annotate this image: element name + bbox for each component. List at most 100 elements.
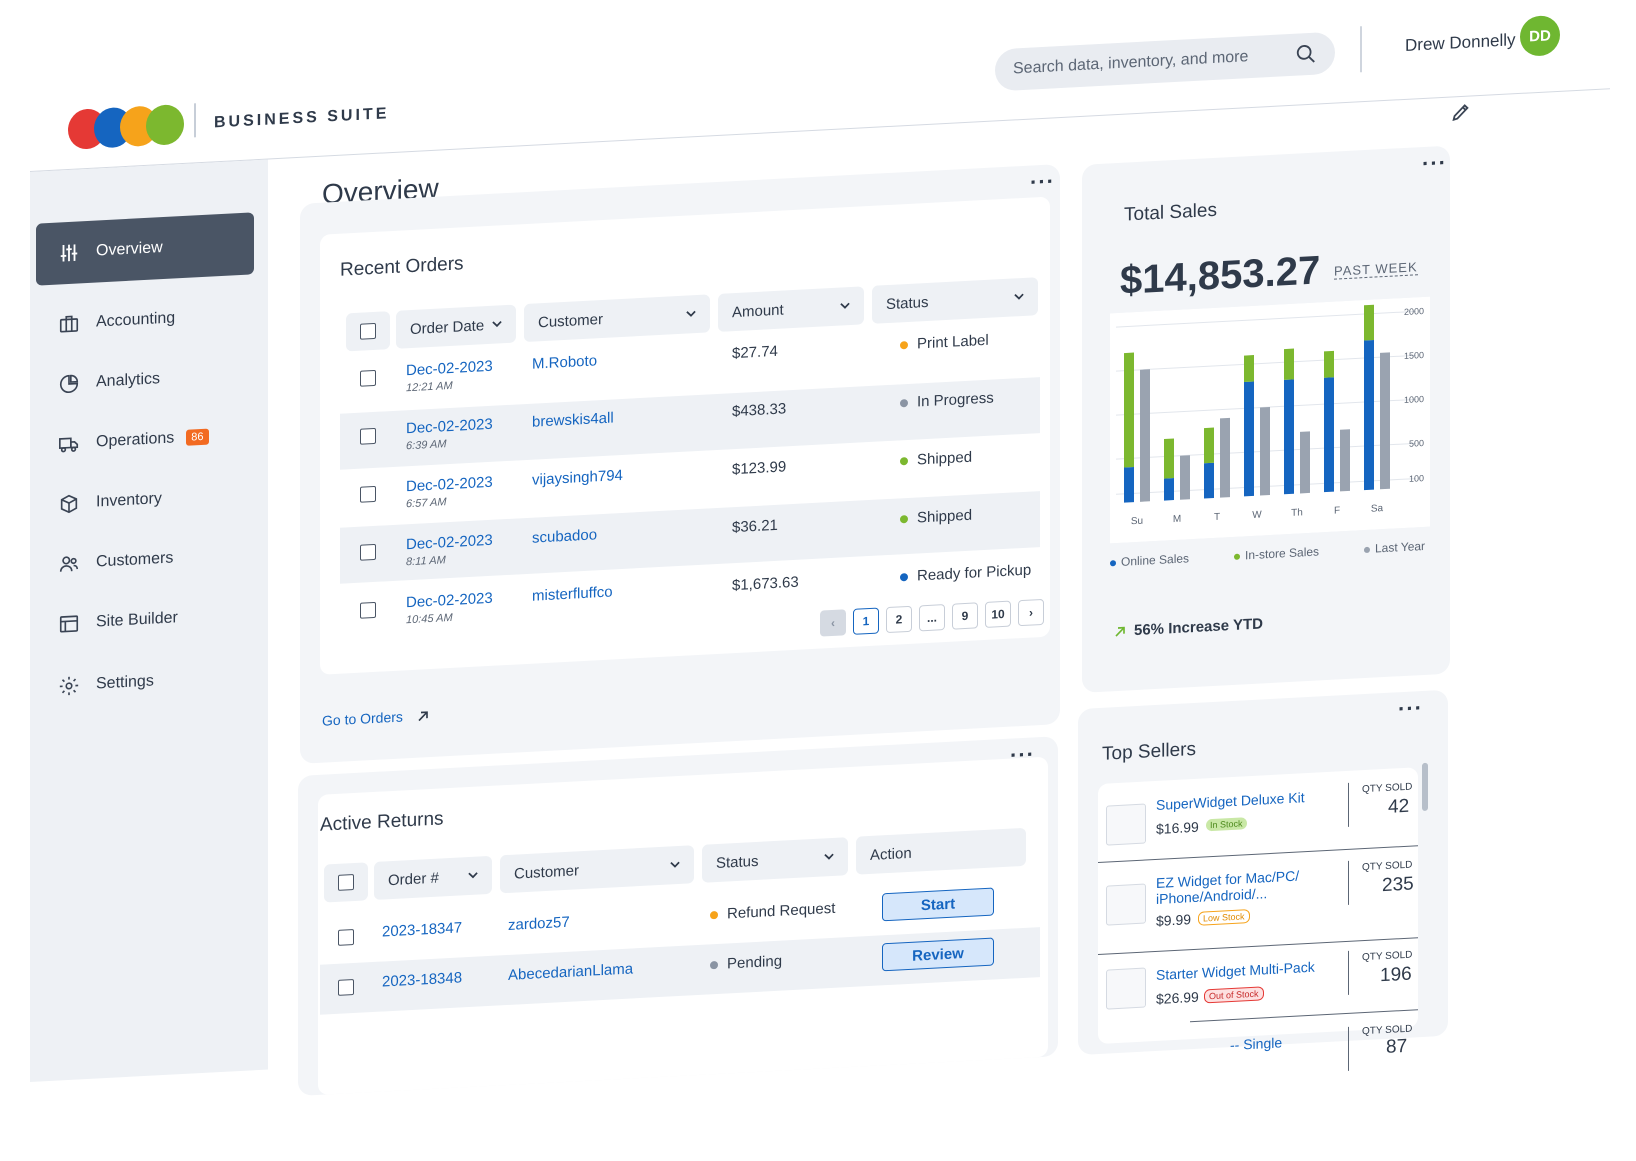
search-icon[interactable] xyxy=(1295,43,1317,66)
sliders-icon xyxy=(60,244,78,262)
x-tick-label: F xyxy=(1334,505,1340,516)
qty-divider xyxy=(1348,1026,1349,1071)
product-thumbnail xyxy=(1106,883,1146,926)
product-thumbnail xyxy=(1106,803,1146,846)
row-checkbox[interactable] xyxy=(360,601,376,619)
pagination-page[interactable]: 10 xyxy=(985,600,1011,628)
qty-divider xyxy=(1348,782,1349,827)
sidebar-item-settings[interactable]: Settings xyxy=(36,654,254,709)
column-label: Status xyxy=(886,293,929,313)
qty-sold-value: 87 xyxy=(1386,1035,1408,1058)
pagination-page[interactable]: 2 xyxy=(886,605,912,634)
pie-chart-icon xyxy=(59,374,79,394)
avatar[interactable]: DD xyxy=(1520,14,1560,57)
row-checkbox[interactable] xyxy=(360,369,376,387)
order-time: 6:39 AM xyxy=(406,438,447,453)
sidebar-item-site-builder[interactable]: Site Builder xyxy=(36,592,254,647)
bar-instore-sales xyxy=(1284,348,1294,380)
gear-icon xyxy=(59,676,79,696)
row-checkbox[interactable] xyxy=(338,929,354,946)
customer-link[interactable]: M.Roboto xyxy=(532,352,597,372)
operations-badge: 86 xyxy=(186,428,209,446)
sidebar-item-label: Site Builder xyxy=(96,609,178,631)
pencil-icon[interactable] xyxy=(1450,100,1472,123)
column-order-number[interactable]: Order # xyxy=(374,855,492,900)
bar-online-sales xyxy=(1244,381,1254,497)
status-label: Shipped xyxy=(917,448,973,469)
bar-last-year xyxy=(1340,429,1350,492)
arrow-up-right-icon xyxy=(418,711,428,722)
customer-link[interactable]: scubadoo xyxy=(532,526,597,546)
search-input[interactable]: Search data, inventory, and more xyxy=(1013,46,1295,79)
column-label: Order # xyxy=(388,869,439,889)
column-label: Status xyxy=(716,852,759,872)
select-all-header xyxy=(346,311,390,352)
sidebar-item-inventory[interactable]: Inventory xyxy=(36,472,254,527)
order-amount: $1,673.63 xyxy=(732,573,799,595)
browser-icon xyxy=(59,615,79,633)
app-window: Search data, inventory, and more Drew Do… xyxy=(30,0,1630,1110)
stock-badge: In Stock xyxy=(1206,817,1247,832)
y-tick-label: 1500 xyxy=(1404,350,1424,361)
select-all-checkbox[interactable] xyxy=(338,874,354,891)
column-amount[interactable]: Amount xyxy=(718,286,864,332)
pagination-prev[interactable]: ‹ xyxy=(820,609,846,637)
bar-instore-sales xyxy=(1124,352,1134,468)
top-sellers-menu-icon[interactable]: ··· xyxy=(1398,695,1423,722)
search-bar[interactable]: Search data, inventory, and more xyxy=(995,31,1335,92)
pagination-page[interactable]: 9 xyxy=(952,602,978,630)
y-tick-label: 100 xyxy=(1409,473,1424,484)
bar-last-year xyxy=(1140,369,1150,502)
chevron-down-icon xyxy=(1014,293,1024,300)
trend-up-icon xyxy=(1115,626,1125,637)
scene: Search data, inventory, and more Drew Do… xyxy=(0,0,1636,1161)
sidebar-item-operations[interactable]: Operations 86 xyxy=(36,412,254,467)
user-name[interactable]: Drew Donnelly xyxy=(1405,30,1516,56)
pagination-ellipsis[interactable]: ... xyxy=(919,604,945,632)
product-price: $26.99 xyxy=(1156,988,1199,1007)
start-button[interactable]: Start xyxy=(882,887,994,922)
column-label: Amount xyxy=(732,301,784,321)
product-price: $16.99 xyxy=(1156,818,1199,837)
row-checkbox[interactable] xyxy=(360,427,376,445)
select-all-header xyxy=(324,862,368,903)
stock-badge: Low Stock xyxy=(1198,909,1250,926)
row-checkbox[interactable] xyxy=(338,979,354,996)
status-label: Pending xyxy=(727,952,783,973)
total-sales-menu-icon[interactable]: ··· xyxy=(1422,150,1447,177)
bar-last-year xyxy=(1260,407,1270,496)
users-icon xyxy=(59,556,79,572)
bar-last-year xyxy=(1220,417,1230,498)
bar-last-year xyxy=(1300,431,1310,494)
review-button[interactable]: Review xyxy=(882,937,994,972)
row-checkbox[interactable] xyxy=(360,485,376,503)
status-dot xyxy=(900,341,908,350)
x-tick-label: W xyxy=(1252,509,1262,521)
product-price: $9.99 xyxy=(1156,911,1192,929)
briefcase-icon xyxy=(59,315,79,333)
legend-label: Last Year xyxy=(1375,538,1426,556)
sidebar-item-analytics[interactable]: Analytics xyxy=(36,352,254,407)
sidebar-item-label: Analytics xyxy=(96,370,161,391)
status-dot xyxy=(900,457,908,466)
status-dot xyxy=(900,399,908,408)
y-tick-label: 1000 xyxy=(1404,394,1424,405)
column-order-date[interactable]: Order Date xyxy=(396,304,516,349)
order-amount: $36.21 xyxy=(732,516,778,537)
x-tick-label: M xyxy=(1173,514,1181,525)
sidebar-item-accounting[interactable]: Accounting xyxy=(36,292,254,347)
row-checkbox[interactable] xyxy=(360,543,376,561)
brand-logo xyxy=(68,103,188,152)
column-label: Action xyxy=(870,844,912,864)
customer-link[interactable]: zardoz57 xyxy=(508,914,570,934)
select-all-checkbox[interactable] xyxy=(360,322,376,340)
scrollbar[interactable] xyxy=(1422,762,1428,812)
order-time: 12:21 AM xyxy=(406,379,453,395)
column-status[interactable]: Status xyxy=(702,837,848,883)
sidebar-item-customers[interactable]: Customers xyxy=(36,532,254,587)
recent-orders-menu-icon[interactable]: ··· xyxy=(1030,168,1055,195)
sidebar-item-overview[interactable]: Overview xyxy=(36,212,254,286)
pagination-page[interactable]: 1 xyxy=(853,607,879,635)
bar-instore-sales xyxy=(1324,350,1334,378)
pagination-next[interactable]: › xyxy=(1018,598,1044,627)
